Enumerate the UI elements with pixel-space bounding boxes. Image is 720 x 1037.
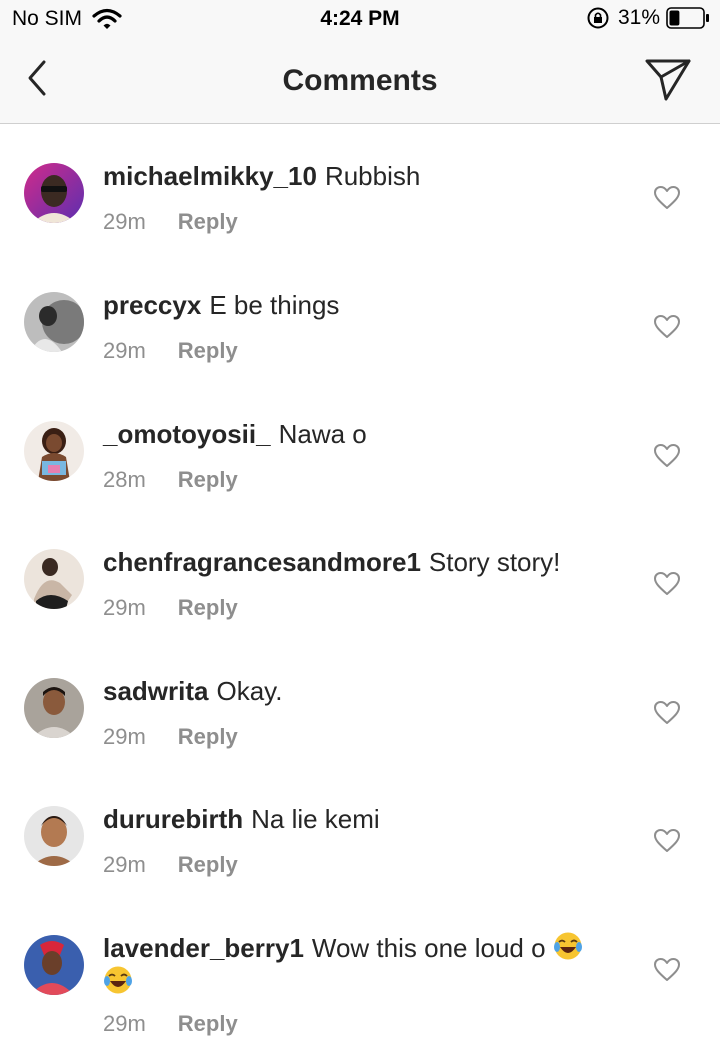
comment-username[interactable]: chenfragrancesandmore1: [103, 547, 421, 577]
reply-button[interactable]: Reply: [178, 852, 238, 878]
heart-icon[interactable]: [653, 571, 681, 597]
status-bar: No SIM 4:24 PM 31%: [0, 0, 720, 40]
heart-icon[interactable]: [653, 314, 681, 340]
comment-item: _omotoyosii_ Nawa o 28m Reply: [0, 399, 720, 527]
comment-username[interactable]: dururebirth: [103, 804, 243, 834]
comment-body: Story story!: [428, 547, 561, 577]
comment-meta: 29m Reply: [103, 852, 238, 878]
heart-icon[interactable]: [653, 185, 681, 211]
comment-time: 28m: [103, 467, 146, 492]
comment-username[interactable]: lavender_berry1: [103, 933, 304, 963]
battery-percent: 31%: [617, 6, 660, 29]
reply-button[interactable]: Reply: [178, 595, 238, 621]
comment-meta: 29m Reply: [103, 595, 238, 621]
comment-meta: 29m Reply: [103, 724, 238, 750]
comment-username[interactable]: sadwrita: [103, 676, 209, 706]
battery-group: 31%: [586, 6, 710, 30]
rotation-lock-icon: [587, 7, 609, 29]
comment-text: _omotoyosii_ Nawa o: [103, 417, 593, 451]
nav-bar: Comments: [0, 40, 720, 124]
comment-body: Wow this one loud o: [311, 933, 546, 963]
comment-text: preccyx E be things: [103, 288, 593, 322]
comment-text: sadwrita Okay.: [103, 674, 593, 708]
comment-meta: 29m Reply: [103, 209, 238, 235]
comment-text: dururebirth Na lie kemi: [103, 802, 593, 836]
comment-meta: 29m Reply: [103, 1011, 238, 1037]
comment-item: chenfragrancesandmore1 Story story! 29m R…: [0, 527, 720, 655]
laughing-tears-emoji-icon: [104, 966, 132, 994]
page-title: Comments: [282, 64, 438, 97]
avatar[interactable]: [24, 935, 84, 995]
comment-time: 29m: [103, 724, 146, 749]
comment-time: 29m: [103, 595, 146, 620]
avatar[interactable]: [24, 678, 84, 738]
comment-text: michaelmikky_10 Rubbish: [103, 159, 593, 193]
avatar[interactable]: [24, 549, 84, 609]
avatar[interactable]: [24, 292, 84, 352]
comment-meta: 28m Reply: [103, 467, 238, 493]
comment-body: Rubbish: [324, 161, 421, 191]
reply-button[interactable]: Reply: [178, 724, 238, 750]
comment-time: 29m: [103, 209, 146, 234]
reply-button[interactable]: Reply: [178, 467, 238, 493]
comment-body: Okay.: [216, 676, 283, 706]
comment-time: 29m: [103, 338, 146, 363]
comment-text: chenfragrancesandmore1 Story story!: [103, 545, 593, 579]
comment-username[interactable]: _omotoyosii_: [103, 419, 271, 449]
comment-item: sadwrita Okay. 29m Reply: [0, 656, 720, 784]
comment-item: preccyx E be things 29m Reply: [0, 270, 720, 398]
comment-time: 29m: [103, 852, 146, 877]
laughing-tears-emoji-icon: [553, 932, 582, 960]
comment-meta: 29m Reply: [103, 338, 238, 364]
battery-icon: [666, 7, 709, 29]
reply-button[interactable]: Reply: [178, 338, 238, 364]
avatar[interactable]: [24, 806, 84, 866]
heart-icon[interactable]: [653, 828, 681, 854]
comment-body: Na lie kemi: [251, 804, 380, 834]
comment-item: lavender_berry1 Wow this one loud o 29m R…: [0, 913, 720, 1036]
avatar[interactable]: [24, 163, 84, 223]
comment-item: dururebirth Na lie kemi 29m Reply: [0, 784, 720, 912]
comment-item: michaelmikky_10 Rubbish 29m Reply: [0, 141, 720, 269]
comment-body: Nawa o: [278, 419, 367, 449]
heart-icon[interactable]: [653, 443, 681, 469]
comment-body: E be things: [209, 290, 340, 320]
comment-username[interactable]: preccyx: [103, 290, 201, 320]
paper-plane-icon[interactable]: [644, 56, 692, 102]
comment-username[interactable]: michaelmikky_10: [103, 161, 317, 191]
heart-icon[interactable]: [653, 957, 681, 983]
reply-button[interactable]: Reply: [178, 1011, 238, 1037]
comment-text: lavender_berry1 Wow this one loud o: [103, 931, 593, 999]
avatar[interactable]: [24, 421, 84, 481]
comment-time: 29m: [103, 1011, 146, 1036]
heart-icon[interactable]: [653, 700, 681, 726]
reply-button[interactable]: Reply: [178, 209, 238, 235]
